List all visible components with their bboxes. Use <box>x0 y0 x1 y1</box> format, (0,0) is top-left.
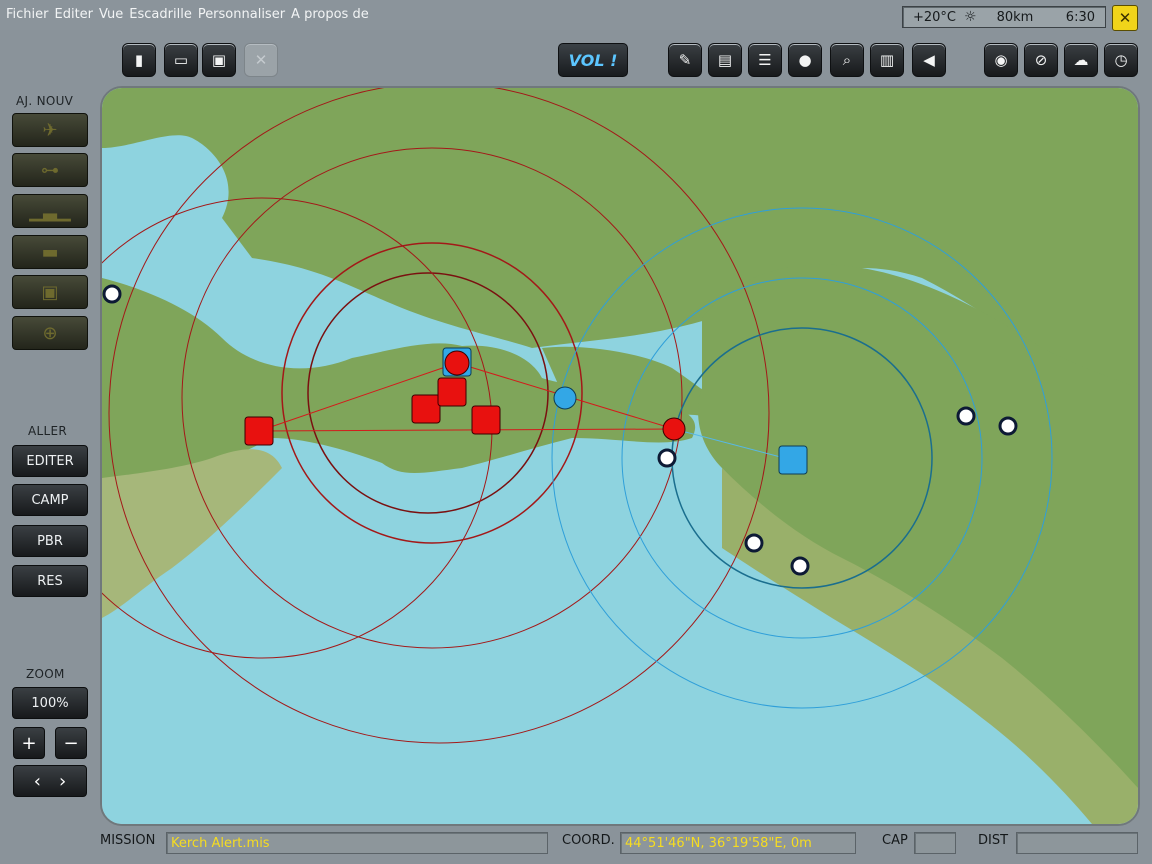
zoom-in-button[interactable]: + <box>13 727 45 759</box>
add-static-button[interactable]: ▣ <box>12 275 88 309</box>
plane-icon: ✈ <box>42 119 58 141</box>
weather-button[interactable]: ☁ <box>1064 43 1098 77</box>
clipboard-button[interactable]: ▤ <box>708 43 742 77</box>
zoom-label: ZOOM <box>26 667 65 681</box>
airfield-icon[interactable] <box>744 533 764 553</box>
cap-label: CAP <box>882 833 908 848</box>
close-button[interactable]: ✕ <box>1112 5 1138 31</box>
briefing-button[interactable]: ✎ <box>668 43 702 77</box>
magnify-button[interactable]: ⌕ <box>830 43 864 77</box>
fly-label: VOL ! <box>568 50 618 70</box>
campaign-button[interactable]: CAMP <box>12 484 88 516</box>
no-entry-icon: ⊘ <box>1034 51 1048 69</box>
add-plane-button[interactable]: ✈ <box>12 113 88 147</box>
goto-label: ALLER <box>28 424 67 438</box>
menu-edit[interactable]: Editer <box>55 7 94 22</box>
menu-view[interactable]: Vue <box>99 7 123 22</box>
book-button[interactable]: ▥ <box>870 43 904 77</box>
red-unit-marker[interactable] <box>437 377 467 407</box>
coord-field: 44°51'46"N, 36°19'58"E, 0m <box>620 832 856 854</box>
zoom-out-button[interactable]: − <box>55 727 87 759</box>
cap-field <box>914 832 956 854</box>
cross-icon: ✕ <box>254 51 268 69</box>
red-unit-marker[interactable] <box>411 394 441 424</box>
blue-waypoint[interactable] <box>553 386 577 410</box>
add-target-button[interactable]: ⊕ <box>12 316 88 350</box>
visibility: 80km <box>996 9 1034 25</box>
save-button[interactable]: ▣ <box>202 43 236 77</box>
target-icon: ⊕ <box>42 322 58 344</box>
weather-panel[interactable]: +20°C ☼ 80km 6:30 <box>902 6 1106 28</box>
clipboard-icon: ▤ <box>717 51 733 69</box>
cloud-icon: ☁ <box>1073 51 1089 69</box>
open-file-button[interactable]: ▭ <box>164 43 198 77</box>
sound-button[interactable]: ◀ <box>912 43 946 77</box>
red-unit-marker[interactable] <box>471 405 501 435</box>
temperature: +20°C <box>913 9 957 25</box>
binoculars-button[interactable]: ◉ <box>984 43 1018 77</box>
airfield-icon[interactable] <box>956 406 976 426</box>
map-canvas[interactable] <box>102 88 1138 824</box>
mission-map[interactable] <box>100 86 1140 826</box>
menu-squadron[interactable]: Escadrille <box>129 7 192 22</box>
red-unit-marker[interactable] <box>244 416 274 446</box>
prev-arrow-icon[interactable]: ‹ <box>34 771 41 792</box>
new-file-icon: ▮ <box>134 51 144 69</box>
clock-button[interactable]: ◷ <box>1104 43 1138 77</box>
dist-field <box>1016 832 1138 854</box>
new-file-button[interactable]: ▮ <box>122 43 156 77</box>
tank-icon: ▬ <box>41 241 59 263</box>
head-icon: ● <box>798 51 812 69</box>
mission-field[interactable]: Kerch Alert.mis <box>166 832 548 854</box>
sun-icon: ☼ <box>964 9 977 25</box>
pbr-button[interactable]: PBR <box>12 525 88 557</box>
book-icon: ▥ <box>879 51 895 69</box>
add-ship-button[interactable]: ▁▃▁ <box>12 194 88 228</box>
airfield-icon[interactable] <box>657 448 677 468</box>
menu-about[interactable]: A propos de <box>291 7 369 22</box>
add-new-label: AJ. NOUV <box>16 94 74 108</box>
coord-label: COORD. <box>562 833 615 848</box>
results-button[interactable]: RES <box>12 565 88 597</box>
head-button[interactable]: ● <box>788 43 822 77</box>
airfield-icon[interactable] <box>102 284 122 304</box>
fly-button[interactable]: VOL ! <box>558 43 628 77</box>
vehicle-icon: ▣ <box>41 281 59 303</box>
checklist-icon: ☰ <box>758 51 772 69</box>
checklist-button[interactable]: ☰ <box>748 43 782 77</box>
mission-time: 6:30 <box>1065 9 1095 25</box>
red-waypoint[interactable] <box>662 417 686 441</box>
clock-icon: ◷ <box>1114 51 1128 69</box>
menu-customize[interactable]: Personnaliser <box>198 7 285 22</box>
menu-bar: Fichier Editer Vue Escadrille Personnali… <box>0 0 1152 31</box>
zoom-value-button[interactable]: 100% <box>12 687 88 719</box>
dist-label: DIST <box>978 833 1009 848</box>
folder-icon: ▭ <box>173 51 189 69</box>
add-helicopter-button[interactable]: ⊶ <box>12 153 88 187</box>
ship-icon: ▁▃▁ <box>29 200 71 222</box>
document-pen-icon: ✎ <box>678 51 692 69</box>
menu-file[interactable]: Fichier <box>6 7 49 22</box>
helicopter-icon: ⊶ <box>41 159 59 181</box>
binoculars-icon: ◉ <box>994 51 1008 69</box>
red-waypoint[interactable] <box>444 350 470 376</box>
speaker-icon: ◀ <box>923 51 935 69</box>
airfield-icon[interactable] <box>998 416 1018 436</box>
edit-button[interactable]: EDITER <box>12 445 88 477</box>
add-tank-button[interactable]: ▬ <box>12 235 88 269</box>
close-icon: ✕ <box>1118 9 1132 27</box>
delete-button[interactable]: ✕ <box>244 43 278 77</box>
blue-unit-marker[interactable] <box>778 445 808 475</box>
menu-list: Fichier Editer Vue Escadrille Personnali… <box>6 7 369 22</box>
magnifier-icon: ⌕ <box>842 51 852 69</box>
mission-label: MISSION <box>100 833 156 848</box>
next-arrow-icon[interactable]: › <box>59 771 66 792</box>
no-entry-button[interactable]: ⊘ <box>1024 43 1058 77</box>
pager: ‹ › <box>13 765 87 797</box>
airfield-icon[interactable] <box>790 556 810 576</box>
floppy-icon: ▣ <box>211 51 227 69</box>
